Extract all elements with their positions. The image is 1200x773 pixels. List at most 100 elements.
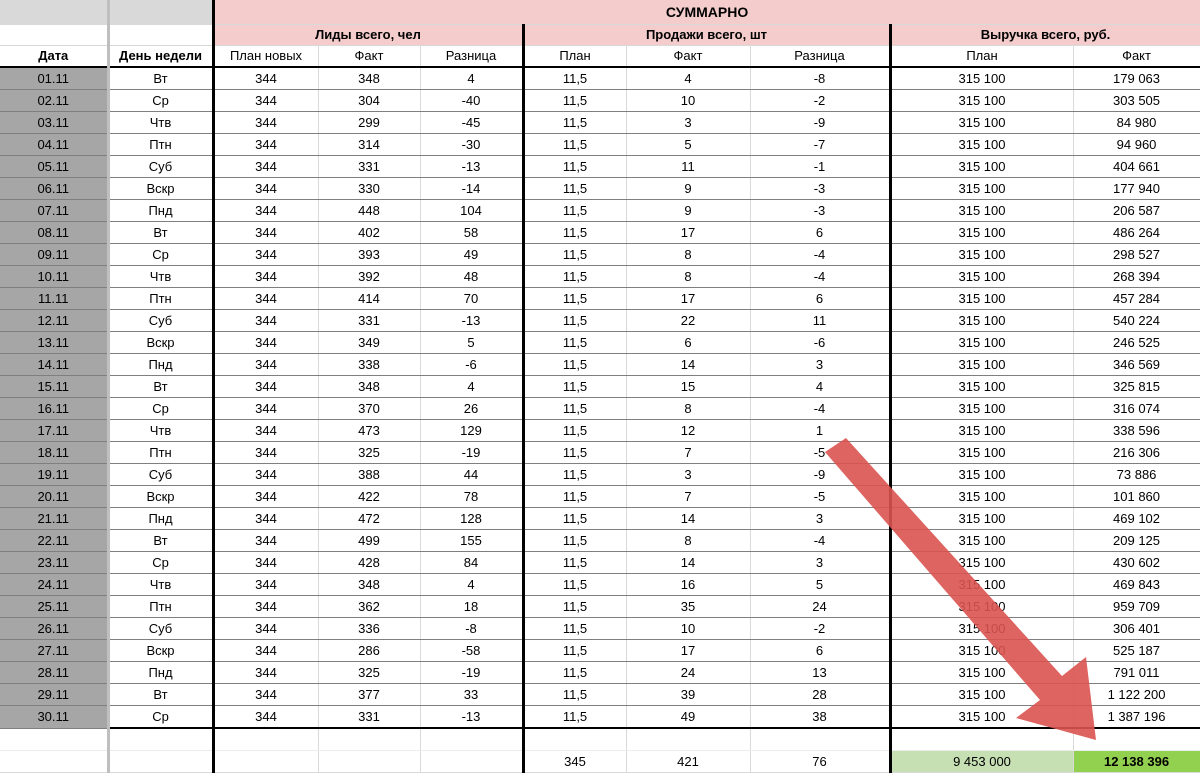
cell-revenue-fact[interactable]: 1 122 200 (1073, 683, 1200, 706)
cell-revenue-fact[interactable]: 525 187 (1073, 639, 1200, 662)
cell-sales-diff[interactable]: -3 (750, 199, 892, 222)
group-leads-header[interactable]: Лиды всего, чел (213, 24, 525, 46)
cell-leads-plan[interactable]: 344 (213, 243, 319, 266)
cell-date[interactable]: 11.11 (0, 287, 110, 310)
cell-sales-fact[interactable]: 12 (626, 419, 751, 442)
cell-sales-plan[interactable]: 11,5 (523, 89, 627, 112)
cell-leads-plan[interactable]: 344 (213, 661, 319, 684)
cell-sales-diff[interactable]: 4 (750, 375, 892, 398)
cell-date[interactable]: 24.11 (0, 573, 110, 596)
cell-sales-plan[interactable]: 11,5 (523, 397, 627, 420)
cell-leads-plan[interactable]: 344 (213, 683, 319, 706)
cell-leads-plan[interactable]: 344 (213, 463, 319, 486)
cell-revenue-plan[interactable]: 315 100 (890, 573, 1074, 596)
cell-sales-fact[interactable]: 14 (626, 507, 751, 530)
cell-sales-diff[interactable]: -2 (750, 617, 892, 640)
cell-revenue-fact[interactable]: 268 394 (1073, 265, 1200, 288)
column-header-date[interactable]: Дата (0, 45, 110, 68)
cell-weekday[interactable]: Вскр (108, 177, 215, 200)
cell-sales-plan[interactable]: 11,5 (523, 617, 627, 640)
cell-weekday[interactable]: Пнд (108, 661, 215, 684)
cell-revenue-fact[interactable]: 316 074 (1073, 397, 1200, 420)
cell-sales-diff[interactable]: 6 (750, 221, 892, 244)
cell-leads-diff[interactable]: 33 (420, 683, 525, 706)
cell-weekday[interactable]: Птн (108, 595, 215, 618)
cell-date[interactable]: 26.11 (0, 617, 110, 640)
cell-revenue-fact[interactable]: 1 387 196 (1073, 705, 1200, 729)
cell-leads-diff[interactable]: 129 (420, 419, 525, 442)
column-header-leads-fact[interactable]: Факт (318, 45, 421, 68)
cell-leads-plan[interactable]: 344 (213, 89, 319, 112)
cell-sales-diff[interactable]: -6 (750, 331, 892, 354)
cell-revenue-fact[interactable]: 73 886 (1073, 463, 1200, 486)
cell-leads-plan[interactable]: 344 (213, 595, 319, 618)
cell-weekday[interactable]: Суб (108, 463, 215, 486)
cell-revenue-plan[interactable]: 315 100 (890, 639, 1074, 662)
cell-sales-fact[interactable]: 15 (626, 375, 751, 398)
cell-leads-diff[interactable]: -30 (420, 133, 525, 156)
cell-weekday[interactable]: Пнд (108, 199, 215, 222)
cell-weekday[interactable]: Вскр (108, 485, 215, 508)
empty-cell[interactable] (420, 750, 525, 773)
cell-sales-plan[interactable]: 11,5 (523, 441, 627, 464)
cell-leads-plan[interactable]: 344 (213, 221, 319, 244)
cell-date[interactable]: 17.11 (0, 419, 110, 442)
cell-leads-plan[interactable]: 344 (213, 441, 319, 464)
cell-sales-fact[interactable]: 35 (626, 595, 751, 618)
cell-sales-diff[interactable]: 6 (750, 287, 892, 310)
cell-leads-diff[interactable]: -45 (420, 111, 525, 134)
cell-sales-diff[interactable]: 11 (750, 309, 892, 332)
empty-cell[interactable] (523, 728, 627, 751)
cell-revenue-fact[interactable]: 177 940 (1073, 177, 1200, 200)
cell-date[interactable]: 20.11 (0, 485, 110, 508)
cell-leads-fact[interactable]: 472 (318, 507, 421, 530)
cell-sales-diff[interactable]: -5 (750, 485, 892, 508)
column-header-revenue-fact[interactable]: Факт (1073, 45, 1200, 68)
empty-cell[interactable] (0, 24, 110, 46)
cell-leads-fact[interactable]: 286 (318, 639, 421, 662)
column-header-weekday[interactable]: День недели (108, 45, 215, 68)
group-sales-header[interactable]: Продажи всего, шт (523, 24, 892, 46)
cell-sales-fact[interactable]: 4 (626, 66, 751, 90)
cell-sales-diff[interactable]: 13 (750, 661, 892, 684)
cell-leads-diff[interactable]: 70 (420, 287, 525, 310)
cell-leads-diff[interactable]: 128 (420, 507, 525, 530)
cell-revenue-plan[interactable]: 315 100 (890, 617, 1074, 640)
cell-leads-diff[interactable]: -40 (420, 89, 525, 112)
column-header-sales-diff[interactable]: Разница (750, 45, 892, 68)
cell-sales-plan[interactable]: 11,5 (523, 683, 627, 706)
cell-date[interactable]: 06.11 (0, 177, 110, 200)
total-sales-plan[interactable]: 345 (523, 750, 627, 773)
empty-cell[interactable] (0, 728, 110, 751)
cell-sales-diff[interactable]: 24 (750, 595, 892, 618)
cell-sales-plan[interactable]: 11,5 (523, 133, 627, 156)
cell-revenue-fact[interactable]: 303 505 (1073, 89, 1200, 112)
column-header-sales-plan[interactable]: План (523, 45, 627, 68)
cell-leads-plan[interactable]: 344 (213, 309, 319, 332)
total-sales-fact[interactable]: 421 (626, 750, 751, 773)
cell-revenue-plan[interactable]: 315 100 (890, 89, 1074, 112)
cell-leads-fact[interactable]: 428 (318, 551, 421, 574)
cell-date[interactable]: 09.11 (0, 243, 110, 266)
cell-date[interactable]: 29.11 (0, 683, 110, 706)
cell-sales-plan[interactable]: 11,5 (523, 155, 627, 178)
cell-leads-fact[interactable]: 348 (318, 66, 421, 90)
cell-sales-fact[interactable]: 17 (626, 221, 751, 244)
cell-leads-plan[interactable]: 344 (213, 331, 319, 354)
cell-leads-plan[interactable]: 344 (213, 199, 319, 222)
cell-date[interactable]: 23.11 (0, 551, 110, 574)
cell-sales-diff[interactable]: 28 (750, 683, 892, 706)
cell-revenue-plan[interactable]: 315 100 (890, 221, 1074, 244)
cell-revenue-fact[interactable]: 209 125 (1073, 529, 1200, 552)
cell-leads-diff[interactable]: 5 (420, 331, 525, 354)
cell-leads-plan[interactable]: 344 (213, 705, 319, 729)
cell-leads-plan[interactable]: 344 (213, 111, 319, 134)
empty-cell[interactable] (108, 750, 215, 773)
cell-weekday[interactable]: Чтв (108, 265, 215, 288)
cell-leads-plan[interactable]: 344 (213, 529, 319, 552)
cell-leads-fact[interactable]: 388 (318, 463, 421, 486)
cell-sales-plan[interactable]: 11,5 (523, 243, 627, 266)
cell-date[interactable]: 01.11 (0, 66, 110, 90)
cell-sales-plan[interactable]: 11,5 (523, 199, 627, 222)
cell-weekday[interactable]: Птн (108, 133, 215, 156)
